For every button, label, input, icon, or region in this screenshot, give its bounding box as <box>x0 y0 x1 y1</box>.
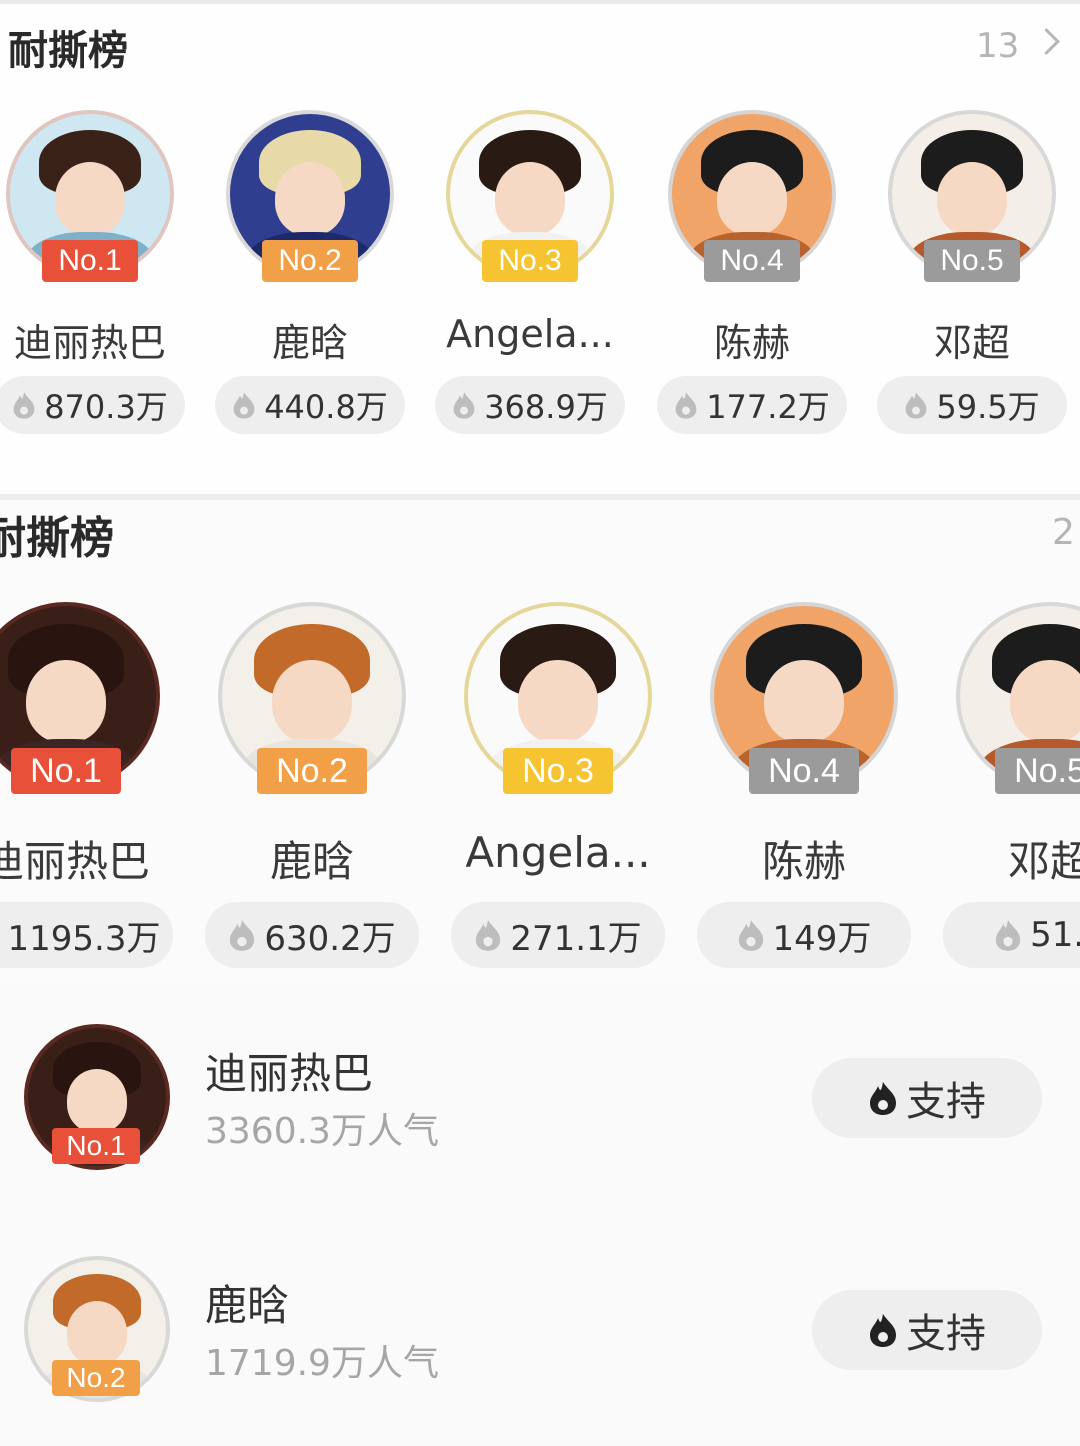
more-count: 2 <box>1052 512 1075 553</box>
star-name: 鹿晗 <box>269 837 354 886</box>
star-name: 邓超 <box>1007 837 1080 886</box>
heat-score: 870.3万 <box>0 376 185 434</box>
rank-badge: No.2 <box>52 1360 140 1396</box>
heat-score: 368.9万 <box>435 376 625 434</box>
heat-score: 177.2万 <box>657 376 847 434</box>
more-count: 13 <box>976 26 1020 66</box>
star-name: 陈赫 <box>761 837 846 886</box>
heat-score-value: 177.2万 <box>706 388 830 426</box>
star-name: 邓超 <box>933 321 1010 365</box>
rank-badge: No.3 <box>482 240 578 282</box>
more-link[interactable]: 13 <box>976 26 1061 66</box>
heat-score-value: 1195.3万 <box>7 918 161 959</box>
rank-badge: No.5 <box>924 240 1020 282</box>
star-name: 迪丽热巴 <box>0 837 150 886</box>
flame-icon <box>737 918 765 952</box>
heat-score: 149万 <box>697 902 911 968</box>
chevron-right-icon <box>1033 28 1061 55</box>
heat-score: 51.9 <box>943 902 1080 968</box>
rank-badge: No.1 <box>52 1128 140 1164</box>
rank-badge: No.2 <box>262 240 358 282</box>
heat-score-value: 870.3万 <box>44 388 168 426</box>
flame-icon <box>232 390 256 420</box>
flame-icon <box>452 390 476 420</box>
heat-score-value: 368.9万 <box>484 388 608 426</box>
rank-badge: No.5 <box>995 748 1080 794</box>
heat-score: 1195.3万 <box>0 902 173 968</box>
popularity-count: 1719.9万人气 <box>205 1343 439 1384</box>
rank-badge: No.3 <box>503 748 613 794</box>
star-name: 陈赫 <box>713 321 790 365</box>
star-name: Angela... <box>465 828 651 877</box>
rank-badge: No.1 <box>42 240 138 282</box>
star-name: 迪丽热巴 <box>205 1049 374 1098</box>
rank-badge: No.1 <box>11 748 121 794</box>
support-button[interactable]: 支持 <box>812 1290 1042 1370</box>
flame-icon <box>228 918 256 952</box>
panel-title: 耐撕榜 <box>0 513 114 564</box>
list-item: No.2 鹿晗 1719.9万人气 支持 <box>0 1216 1080 1446</box>
support-button[interactable]: 支持 <box>812 1058 1042 1138</box>
flame-icon <box>994 918 1022 952</box>
list-item: No.1 迪丽热巴 3360.3万人气 支持 <box>0 984 1080 1214</box>
flame-icon <box>904 390 928 420</box>
rank-badge: No.4 <box>704 240 800 282</box>
rank-badge: No.4 <box>749 748 859 794</box>
ranking-panel-2: 耐撕榜 2 No.1 迪丽热巴 1195.3万 No.2 鹿晗 630.2万 No.3 Ang… <box>0 494 1080 984</box>
panel-title: 耐撕榜 <box>8 28 128 74</box>
heat-score-value: 149万 <box>772 918 872 959</box>
flame-icon <box>674 390 698 420</box>
star-name: 鹿晗 <box>205 1281 290 1330</box>
star-name: 鹿晗 <box>271 321 348 365</box>
ranking-panel-1: 耐撕榜 13 No.1 迪丽热巴 870.3万 No.2 鹿晗 440.8万 No.3 Ang… <box>0 0 1080 490</box>
flame-icon <box>474 918 502 952</box>
flame-icon <box>12 390 36 420</box>
heat-score-value: 51.9 <box>1030 915 1080 955</box>
heat-score-value: 630.2万 <box>264 918 396 959</box>
heat-score: 271.1万 <box>451 902 665 968</box>
rank-badge: No.2 <box>257 748 367 794</box>
heat-score-value: 271.1万 <box>510 918 642 959</box>
star-name: Angela... <box>446 312 614 356</box>
support-label: 支持 <box>906 1311 986 1357</box>
star-name: 迪丽热巴 <box>13 321 166 365</box>
heat-score: 440.8万 <box>215 376 405 434</box>
flame-icon <box>868 1080 898 1116</box>
flame-icon <box>868 1312 898 1348</box>
heat-score-value: 59.5万 <box>936 388 1040 426</box>
heat-score: 59.5万 <box>877 376 1067 434</box>
heat-score-value: 440.8万 <box>264 388 388 426</box>
more-link[interactable]: 2 <box>1052 512 1075 553</box>
popularity-count: 3360.3万人气 <box>205 1111 439 1152</box>
support-label: 支持 <box>906 1079 986 1125</box>
ranking-list: No.1 迪丽热巴 3360.3万人气 支持 No.2 鹿晗 1719.9万人气… <box>0 984 1080 1446</box>
heat-score: 630.2万 <box>205 902 419 968</box>
